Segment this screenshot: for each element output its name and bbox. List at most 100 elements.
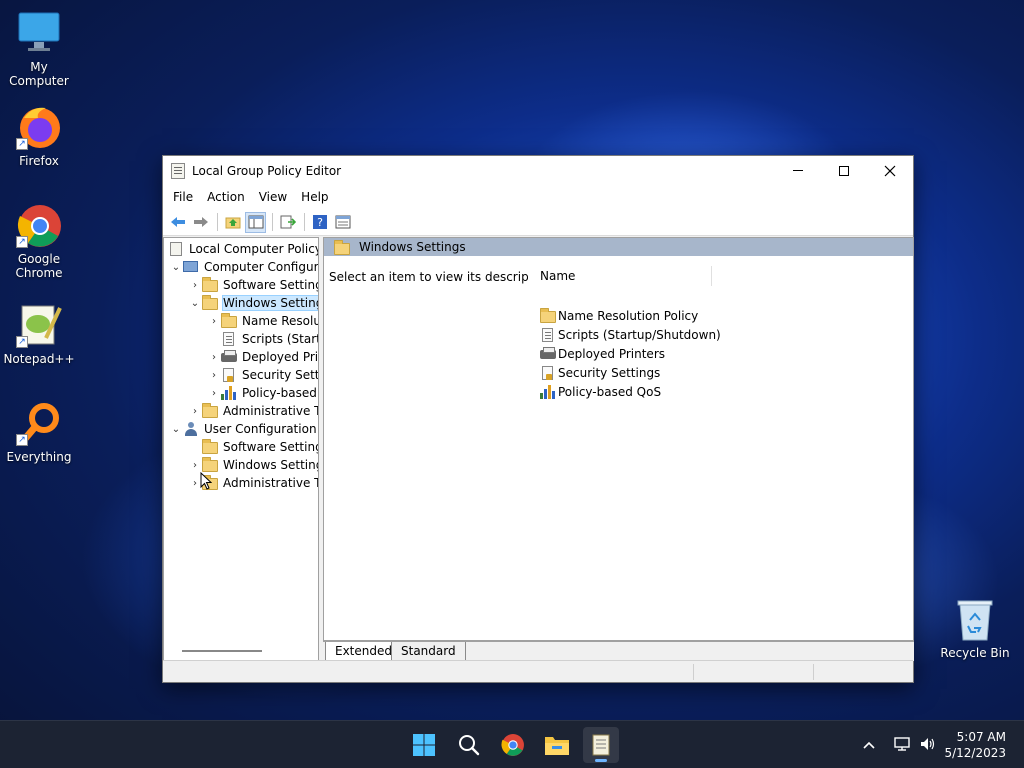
- tree-item-label: User Configuration: [204, 422, 317, 436]
- chevron-right-icon[interactable]: ›: [207, 370, 221, 381]
- forward-arrow-icon: [193, 217, 208, 227]
- chevron-right-icon[interactable]: ›: [188, 460, 202, 471]
- tree-item-deployed-printers[interactable]: › Deployed Prir: [207, 348, 319, 366]
- list-item-label: Policy-based QoS: [558, 384, 662, 399]
- tree-item-software-settings[interactable]: › Software Settings: [188, 276, 318, 294]
- show-hide-tree-icon: [248, 215, 263, 229]
- list-item-scripts[interactable]: Scripts (Startup/Shutdown): [540, 325, 721, 344]
- chrome-icon: [501, 734, 524, 756]
- view-tabs: Extended Standard: [323, 641, 914, 661]
- tree-item-computer-configuration[interactable]: ⌄ Computer Configura: [169, 258, 318, 276]
- tree-item-administrative-templates[interactable]: › Administrative Te: [188, 402, 319, 420]
- tree-item-user-software-settings[interactable]: Software Settings: [188, 438, 319, 456]
- notepad-icon: [592, 734, 610, 756]
- chevron-right-icon[interactable]: ›: [207, 352, 221, 363]
- list-item-name-resolution-policy[interactable]: Name Resolution Policy: [540, 306, 698, 325]
- tree-item-label: Local Computer Policy: [189, 242, 319, 256]
- toolbar-separator: [217, 213, 218, 231]
- minimize-button[interactable]: [775, 156, 821, 185]
- back-button[interactable]: [167, 212, 188, 233]
- up-one-level-button[interactable]: [222, 212, 243, 233]
- tree-item-local-computer-policy[interactable]: Local Computer Policy: [166, 240, 319, 258]
- desktop-icon-google-chrome[interactable]: ↗ Google Chrome: [1, 202, 77, 280]
- chevron-down-icon[interactable]: ⌄: [169, 262, 183, 273]
- desktop-icon-notepad-plus-plus[interactable]: ↗ Notepad++: [1, 302, 77, 366]
- volume-icon[interactable]: [916, 736, 940, 755]
- desktop-icon-recycle-bin[interactable]: Recycle Bin: [937, 596, 1013, 660]
- tree-item-name-resolution-policy[interactable]: › Name Resolu: [207, 312, 319, 330]
- script-icon: [221, 332, 237, 346]
- taskbar-clock[interactable]: 5:07 AM 5/12/2023: [944, 729, 1006, 761]
- recycle-bin-icon: [952, 596, 998, 642]
- taskbar-chrome-button[interactable]: [495, 727, 531, 763]
- taskbar-notepad-button[interactable]: [583, 727, 619, 763]
- desktop-icon-label: Firefox: [19, 154, 59, 168]
- security-icon: [221, 368, 237, 382]
- menu-action[interactable]: Action: [200, 185, 252, 209]
- folder-icon: [221, 313, 237, 328]
- folder-icon: [202, 403, 218, 418]
- toolbar: ?: [163, 209, 913, 236]
- mouse-cursor-icon: [200, 472, 212, 490]
- tree-item-user-configuration[interactable]: ⌄ User Configuration: [169, 420, 317, 438]
- tree-horizontal-scrollbar[interactable]: [182, 650, 262, 652]
- maximize-button[interactable]: [821, 156, 867, 185]
- monitor-icon: [16, 10, 62, 56]
- tree-item-label: Windows Setting: [221, 295, 318, 311]
- search-icon: [459, 735, 480, 756]
- menu-help[interactable]: Help: [294, 185, 335, 209]
- tree-item-security-settings[interactable]: › Security Settin: [207, 366, 318, 384]
- chevron-right-icon[interactable]: ›: [207, 316, 221, 327]
- taskbar-search-button[interactable]: [451, 727, 487, 763]
- desktop-icon-firefox[interactable]: ↗ Firefox: [1, 104, 77, 168]
- list-item-security-settings[interactable]: Security Settings: [540, 363, 660, 382]
- chevron-up-icon[interactable]: [858, 738, 880, 752]
- chevron-down-icon[interactable]: ⌄: [188, 298, 202, 309]
- close-button[interactable]: [867, 156, 913, 185]
- list-item-label: Deployed Printers: [558, 346, 666, 361]
- list-item-label: Security Settings: [558, 365, 661, 380]
- tree-item-label: Scripts (Startu: [242, 332, 318, 346]
- tree-item-scripts[interactable]: Scripts (Startu: [207, 330, 318, 348]
- taskbar-file-explorer-button[interactable]: [539, 727, 575, 763]
- tree-item-label: Security Settin: [242, 368, 318, 382]
- tab-standard[interactable]: Standard: [391, 642, 466, 661]
- tree-item-label: Deployed Prir: [242, 350, 319, 364]
- menu-bar: File Action View Help: [163, 185, 913, 209]
- back-arrow-icon: [170, 217, 185, 227]
- clock-date: 5/12/2023: [944, 746, 1006, 760]
- user-icon: [183, 422, 199, 436]
- start-button[interactable]: [406, 727, 442, 763]
- column-header-name[interactable]: Name: [528, 266, 712, 286]
- list-item-deployed-printers[interactable]: Deployed Printers: [540, 344, 665, 363]
- export-list-button[interactable]: [277, 212, 298, 233]
- tree-item-label: Name Resolu: [242, 314, 319, 328]
- chevron-down-icon[interactable]: ⌄: [169, 424, 183, 435]
- chevron-right-icon[interactable]: ›: [188, 280, 202, 291]
- tree-item-windows-settings[interactable]: ⌄ Windows Setting: [188, 294, 318, 312]
- forward-button[interactable]: [190, 212, 211, 233]
- desktop-icon-my-computer[interactable]: My Computer: [1, 10, 77, 88]
- tree-item-label: Administrative Te: [223, 404, 319, 418]
- folder-icon: [202, 295, 218, 310]
- console-tree[interactable]: Local Computer Policy ⌄ Computer Configu…: [163, 237, 319, 661]
- tree-item-label: Windows Setting: [223, 458, 319, 472]
- description-text: Select an item to view its description.: [329, 270, 556, 284]
- network-icon[interactable]: [890, 736, 916, 755]
- properties-button[interactable]: [332, 212, 353, 233]
- desktop-icon-everything[interactable]: ↗ Everything: [1, 400, 77, 464]
- computer-icon: [183, 260, 199, 274]
- menu-file[interactable]: File: [166, 185, 200, 209]
- title-bar[interactable]: Local Group Policy Editor: [163, 156, 913, 185]
- policy-icon: [168, 242, 184, 256]
- help-button[interactable]: ?: [309, 212, 330, 233]
- list-item-policy-based-qos[interactable]: Policy-based QoS: [540, 382, 661, 401]
- tree-item-label: Software Settings: [223, 440, 319, 454]
- details-pane: Windows Settings Select an item to view …: [323, 237, 914, 641]
- chevron-right-icon[interactable]: ›: [188, 406, 202, 417]
- show-hide-tree-button[interactable]: [245, 211, 266, 233]
- chevron-right-icon[interactable]: ›: [207, 388, 221, 399]
- tree-item-policy-based-qos[interactable]: › Policy-based: [207, 384, 317, 402]
- menu-view[interactable]: View: [252, 185, 294, 209]
- details-list[interactable]: Name Name Resolution Policy Scripts (Sta…: [528, 258, 913, 638]
